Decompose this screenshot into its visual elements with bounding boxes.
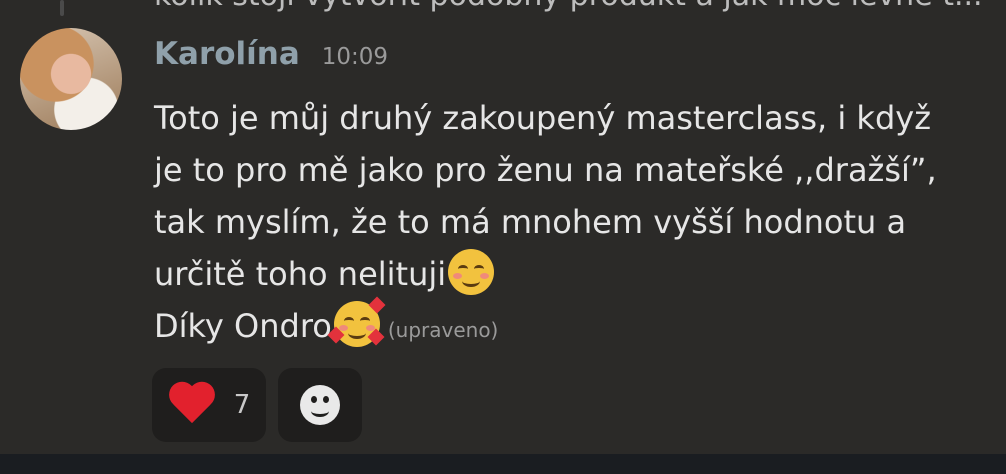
- previous-message-text: kolik stojí vytvořit podobný produkt a j…: [154, 0, 983, 13]
- smiling-face-with-hearts-icon: [327, 296, 386, 347]
- message-line: Toto je můj druhý zakoupený masterclass,…: [154, 99, 931, 137]
- message-body: Toto je můj druhý zakoupený masterclass,…: [154, 92, 994, 356]
- message-timestamp: 10:09: [321, 44, 389, 70]
- author-name[interactable]: Karolína: [154, 36, 300, 72]
- edited-label: (upraveno): [387, 318, 499, 342]
- previous-message: kolik stojí vytvořit podobný produkt a j…: [0, 0, 1006, 22]
- avatar[interactable]: [20, 28, 122, 130]
- heart-reaction-button[interactable]: 7: [152, 368, 266, 442]
- smiling-face-with-blush-icon: [448, 249, 495, 295]
- reaction-count: 7: [233, 390, 251, 420]
- message-line-5: Díky Ondro (upraveno): [154, 296, 994, 356]
- red-heart-icon: [168, 383, 216, 427]
- message-line-4: určitě toho nelituji: [154, 248, 994, 300]
- message-header: Karolína 10:09: [154, 36, 388, 72]
- message-line: tak myslím, že to má mnohem vyšší hodnot…: [154, 203, 907, 241]
- add-reaction-button[interactable]: [278, 368, 362, 442]
- add-reaction-icon: [300, 385, 340, 425]
- thread-line: [60, 0, 64, 16]
- bottom-bar: [0, 454, 1006, 474]
- message-line-text: Díky Ondro: [154, 307, 332, 345]
- message-line-text: určitě toho nelituji: [154, 255, 447, 293]
- reactions-bar: 7: [152, 368, 362, 442]
- message-line: je to pro mě jako pro ženu na mateřské ,…: [154, 151, 937, 189]
